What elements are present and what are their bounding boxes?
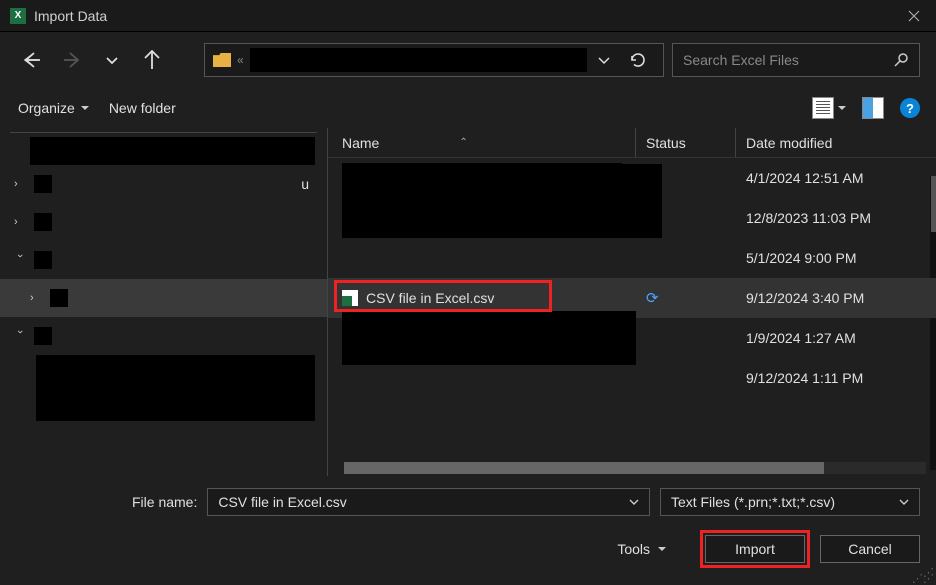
titlebar: X Import Data <box>0 0 936 32</box>
file-list: Name ⌃ Status Date modified 4/1/2024 12:… <box>328 128 936 476</box>
arrow-left-icon <box>22 50 42 70</box>
file-name: CSV file in Excel.csv <box>366 290 494 306</box>
chevron-down-icon: › <box>14 330 26 342</box>
back-button[interactable] <box>16 44 48 76</box>
chevron-down-icon: › <box>14 254 26 266</box>
folder-icon <box>34 213 52 231</box>
tree-label: u <box>60 176 327 192</box>
tree-node[interactable]: › <box>0 241 327 279</box>
file-name-redacted <box>342 311 636 365</box>
redacted-block <box>342 164 662 238</box>
organize-label: Organize <box>18 100 75 116</box>
chevron-right-icon: › <box>14 216 26 228</box>
search-input[interactable] <box>683 52 893 68</box>
file-date: 9/12/2024 1:11 PM <box>736 370 936 386</box>
sort-arrow-icon: ⌃ <box>459 137 467 148</box>
search-box[interactable] <box>672 43 920 77</box>
refresh-button[interactable] <box>621 51 655 69</box>
file-row[interactable]: 5/1/2024 9:00 PM <box>328 238 936 278</box>
navigation-bar: « <box>0 32 936 88</box>
file-date: 9/12/2024 3:40 PM <box>736 290 936 306</box>
file-row[interactable]: 1/9/2024 1:27 AM <box>328 318 936 358</box>
scrollbar-thumb[interactable] <box>344 462 824 474</box>
filetype-value: Text Files (*.prn;*.txt;*.csv) <box>671 494 835 510</box>
tree-block <box>36 355 315 421</box>
caret-down-icon <box>838 104 846 112</box>
column-name-label: Name <box>342 135 379 151</box>
caret-down-icon <box>81 104 89 112</box>
column-name[interactable]: Name ⌃ <box>328 128 636 157</box>
file-rows: 4/1/2024 12:51 AM 12/8/2023 11:03 PM 5/1… <box>328 158 936 476</box>
footer: File name: CSV file in Excel.csv Text Fi… <box>0 476 936 580</box>
import-button[interactable]: Import <box>705 535 805 563</box>
chevron-down-icon <box>105 53 119 67</box>
column-date-label: Date modified <box>746 135 832 151</box>
tree-node-selected[interactable]: › <box>0 279 327 317</box>
path-dropdown-button[interactable] <box>593 53 615 67</box>
csv-file-icon <box>342 290 358 306</box>
filename-input[interactable]: CSV file in Excel.csv <box>207 488 650 516</box>
resize-grip[interactable]: ⋰⋰⋰ <box>912 570 934 582</box>
folder-icon <box>34 251 52 269</box>
file-date: 4/1/2024 12:51 AM <box>736 170 936 186</box>
horizontal-scrollbar[interactable] <box>344 462 926 474</box>
address-bar[interactable]: « <box>204 43 664 77</box>
path-text <box>250 48 587 72</box>
path-separator: « <box>237 53 244 67</box>
folder-icon <box>213 53 231 67</box>
excel-app-icon: X <box>10 8 26 24</box>
refresh-icon <box>629 51 647 69</box>
chevron-down-icon <box>629 497 639 507</box>
chevron-down-icon <box>597 53 611 67</box>
view-details-icon <box>812 97 834 119</box>
preview-pane-button[interactable] <box>862 97 884 119</box>
chevron-right-icon: › <box>14 178 26 190</box>
column-status[interactable]: Status <box>636 128 736 157</box>
tree-block <box>30 137 315 165</box>
caret-down-icon <box>658 545 666 553</box>
up-button[interactable] <box>136 44 168 76</box>
folder-icon <box>50 289 68 307</box>
file-list-header: Name ⌃ Status Date modified <box>328 128 936 158</box>
tree-node[interactable]: › <box>0 317 327 355</box>
tools-label: Tools <box>617 541 650 557</box>
organize-button[interactable]: Organize <box>16 96 91 120</box>
toolbar: Organize New folder ? <box>0 88 936 128</box>
column-date[interactable]: Date modified <box>736 128 936 157</box>
import-highlight: Import <box>700 530 810 568</box>
column-status-label: Status <box>646 135 686 151</box>
file-row[interactable]: 9/12/2024 1:11 PM <box>328 358 936 398</box>
sync-icon: ⟳ <box>646 289 659 307</box>
filename-label: File name: <box>132 494 197 510</box>
close-button[interactable] <box>902 10 926 22</box>
tools-button[interactable]: Tools <box>617 541 666 557</box>
folder-icon <box>34 327 52 345</box>
new-folder-button[interactable]: New folder <box>107 96 178 120</box>
filetype-select[interactable]: Text Files (*.prn;*.txt;*.csv) <box>660 488 920 516</box>
arrow-up-icon <box>142 50 162 70</box>
main-area: › u › › › › Name <box>0 128 936 476</box>
chevron-right-icon: › <box>30 292 42 304</box>
arrow-right-icon <box>62 50 82 70</box>
window-title: Import Data <box>34 8 902 24</box>
view-options[interactable] <box>812 97 846 119</box>
file-date: 12/8/2023 11:03 PM <box>736 210 936 226</box>
close-icon <box>908 10 920 22</box>
chevron-down-icon <box>899 497 909 507</box>
sidebar: › u › › › › <box>0 128 328 476</box>
help-button[interactable]: ? <box>900 98 920 118</box>
search-icon <box>893 52 909 68</box>
file-date: 5/1/2024 9:00 PM <box>736 250 936 266</box>
cancel-button[interactable]: Cancel <box>820 535 920 563</box>
folder-icon <box>34 175 52 193</box>
new-folder-label: New folder <box>109 100 176 116</box>
tree-node[interactable]: › u <box>0 165 327 203</box>
filename-value: CSV file in Excel.csv <box>218 494 346 510</box>
tree-node[interactable]: › <box>0 203 327 241</box>
recent-locations-button[interactable] <box>96 44 128 76</box>
file-date: 1/9/2024 1:27 AM <box>736 330 936 346</box>
forward-button[interactable] <box>56 44 88 76</box>
